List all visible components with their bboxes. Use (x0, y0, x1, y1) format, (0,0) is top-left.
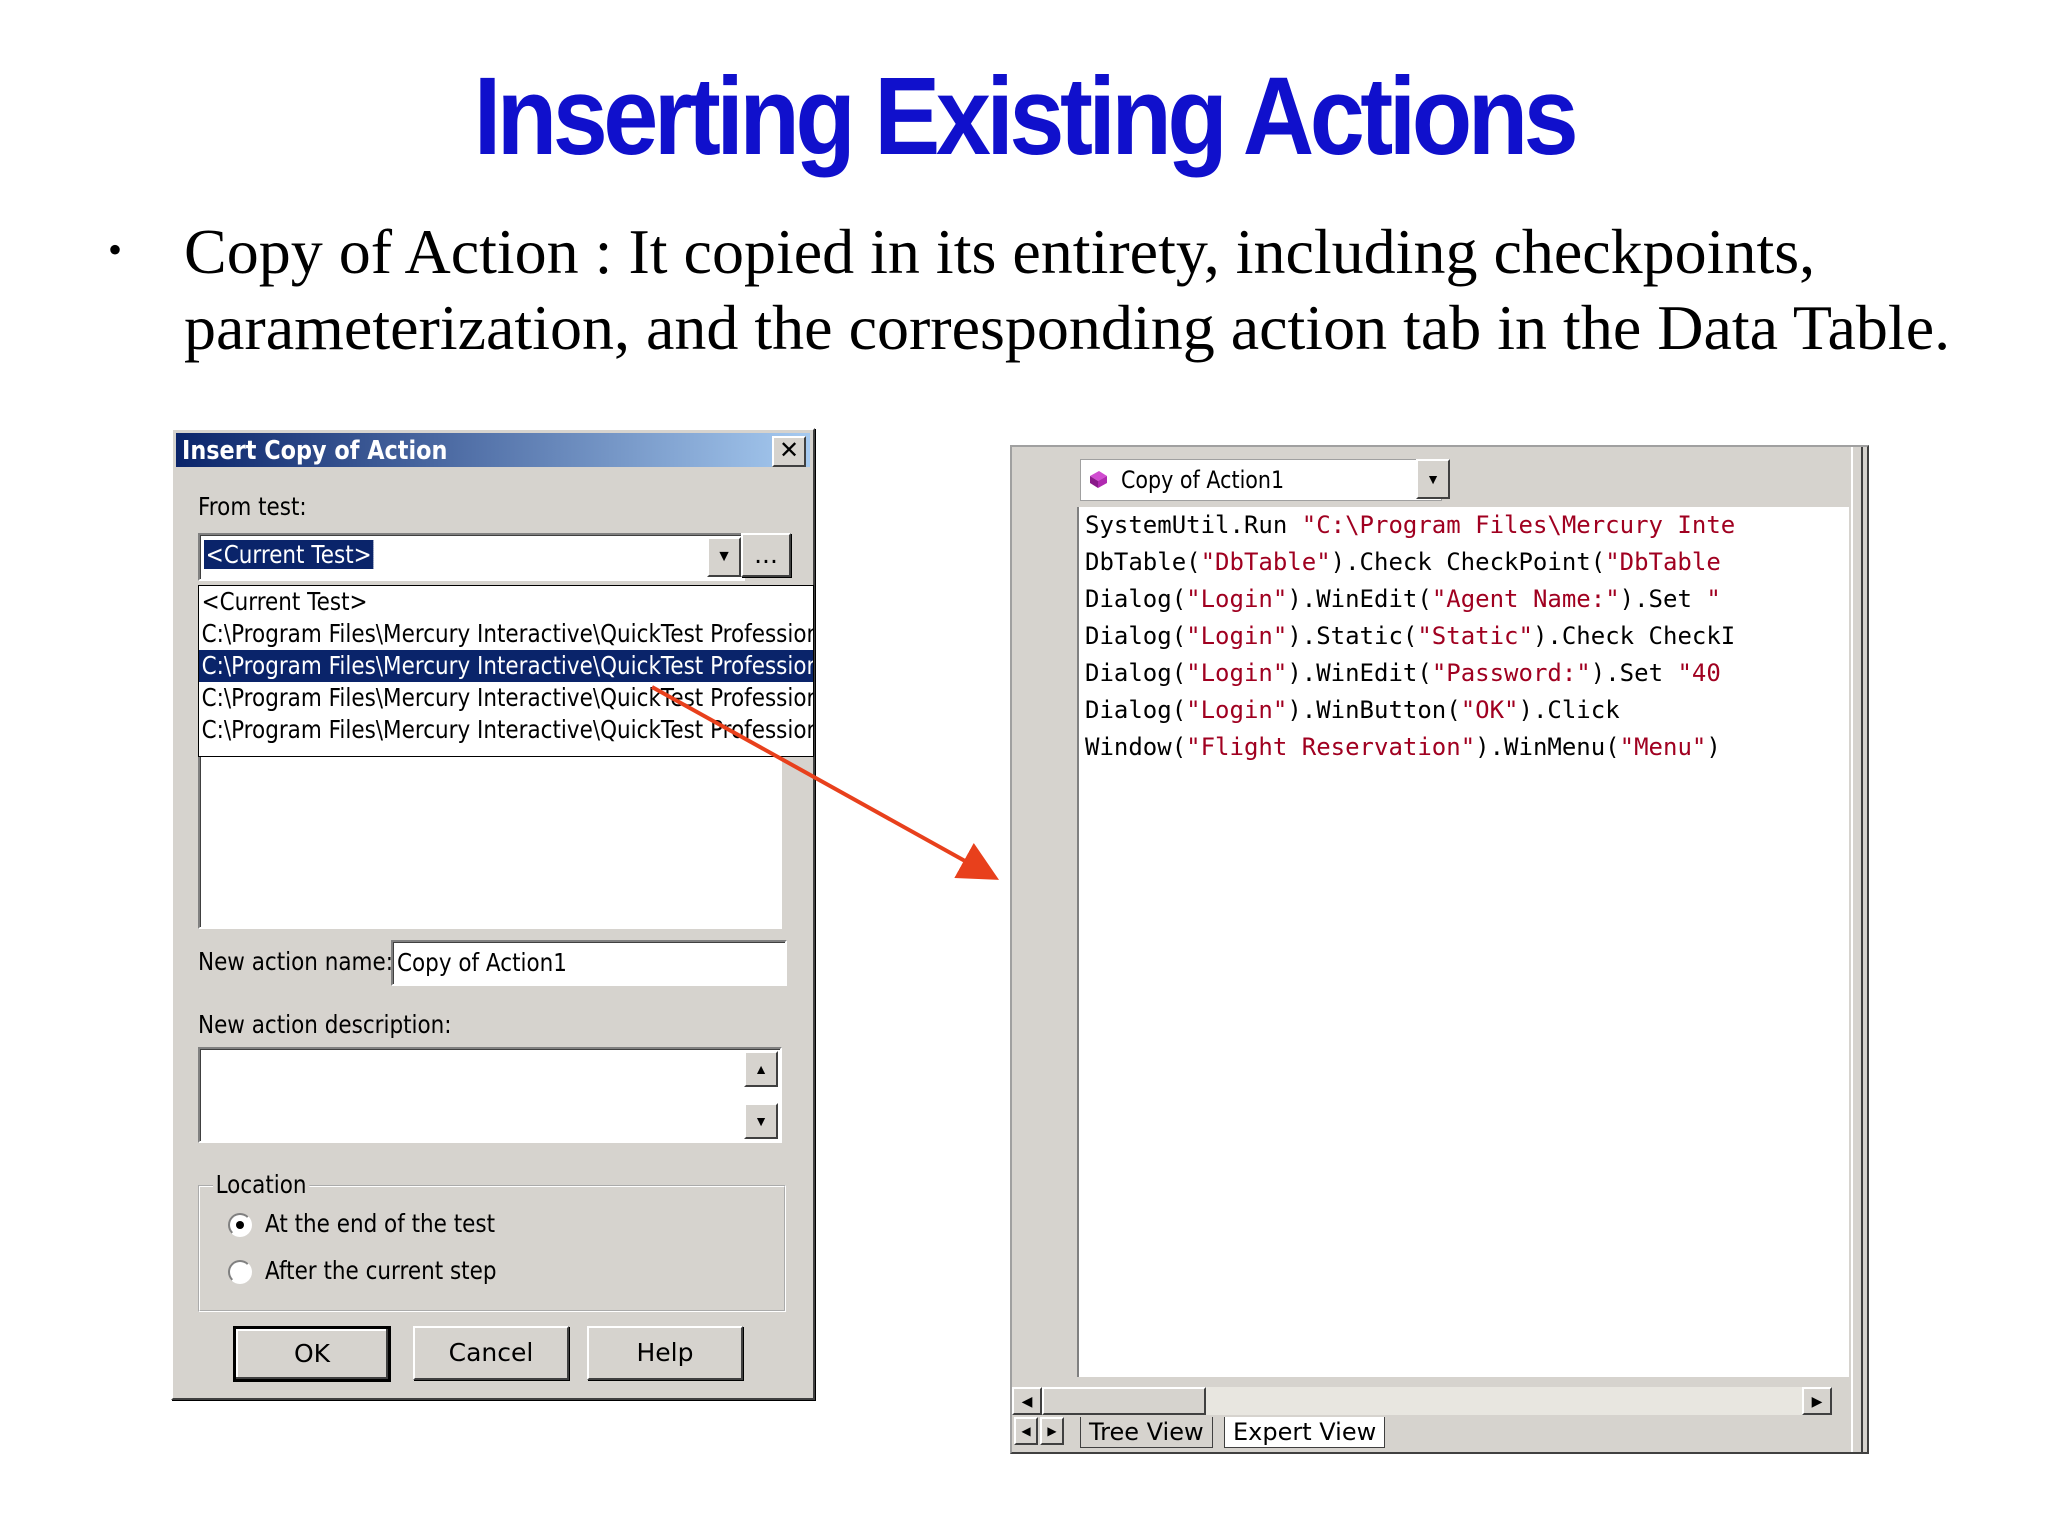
red-arrow-annotation (651, 685, 999, 880)
